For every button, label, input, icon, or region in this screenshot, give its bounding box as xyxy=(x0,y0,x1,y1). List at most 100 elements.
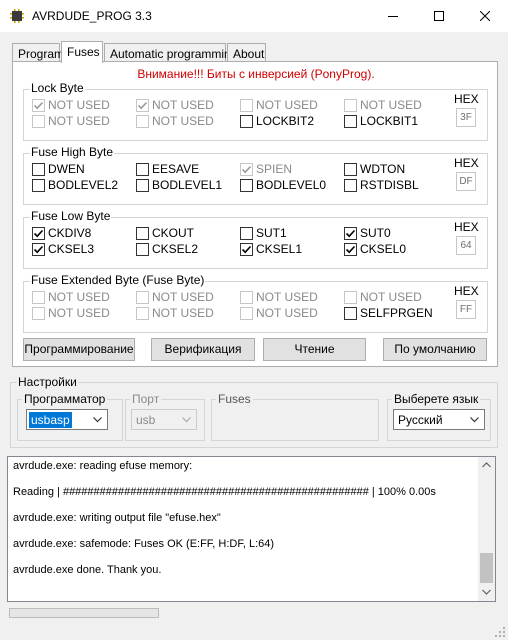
fuse-checkbox[interactable]: CKSEL1 xyxy=(240,242,340,256)
port-group: Порт usb xyxy=(125,392,205,441)
checkbox-box[interactable] xyxy=(136,163,149,176)
fuse-checkbox[interactable]: EESAVE xyxy=(136,162,236,176)
checkbox-label: WDTON xyxy=(360,162,406,176)
checkmark-icon xyxy=(345,245,356,254)
checkbox-box[interactable] xyxy=(136,243,149,256)
fuse-checkbox[interactable]: LOCKBIT2 xyxy=(240,114,340,128)
fuse-checkbox[interactable]: LOCKBIT1 xyxy=(344,114,444,128)
checkbox-box xyxy=(32,115,45,128)
minimize-button[interactable] xyxy=(370,0,416,32)
checkbox-box[interactable] xyxy=(240,227,253,240)
port-select[interactable]: usb xyxy=(131,409,197,430)
fuse-checkbox[interactable]: SUT1 xyxy=(240,226,340,240)
tab-automatic-programming[interactable]: Automatic programming xyxy=(104,43,237,62)
checkbox-label: LOCKBIT1 xyxy=(360,114,419,128)
checkbox-label: NOT USED xyxy=(48,290,110,304)
fuse-checkbox[interactable]: DWEN xyxy=(32,162,132,176)
programmer-select[interactable]: usbasp xyxy=(26,409,108,430)
resize-grip-icon[interactable] xyxy=(494,626,506,638)
checkbox-box[interactable] xyxy=(344,227,357,240)
verify-button[interactable]: Верификация xyxy=(151,338,255,361)
checkbox-label: SPIEN xyxy=(256,162,293,176)
log-line: avrdude.exe: reading efuse memory: xyxy=(13,460,193,472)
checkbox-box[interactable] xyxy=(344,179,357,192)
tab-program[interactable]: Program xyxy=(12,43,64,62)
checkbox-box[interactable] xyxy=(32,227,45,240)
checkbox-box[interactable] xyxy=(32,243,45,256)
chevron-down-icon xyxy=(93,417,102,423)
default-button[interactable]: По умолчанию xyxy=(383,338,487,361)
checkmark-icon xyxy=(137,101,148,110)
log-line: avrdude.exe: writing output file "efuse.… xyxy=(13,512,221,524)
checkbox-label: NOT USED xyxy=(152,290,214,304)
fuse-checkbox[interactable]: SUT0 xyxy=(344,226,444,240)
checkbox-label: CKSEL2 xyxy=(152,242,199,256)
checkbox-box[interactable] xyxy=(32,163,45,176)
fuse-checkbox[interactable]: CKSEL2 xyxy=(136,242,236,256)
checkbox-box xyxy=(32,307,45,320)
settings-group: Настройки Программатор usbasp Порт usb F… xyxy=(10,375,498,448)
fuse-checkbox: NOT USED xyxy=(136,114,236,128)
fuse-high-byte-group: Fuse High Byte DWEN EESAVE SPIEN WDTON BODLE… xyxy=(23,145,488,205)
checkmark-icon xyxy=(33,229,44,238)
tab-about[interactable]: About xyxy=(227,43,266,62)
fuse-checkbox[interactable]: CKDIV8 xyxy=(32,226,132,240)
log-line: avrdude.exe: safemode: Fuses OK (E:FF, H… xyxy=(13,538,275,550)
programmer-group: Программатор usbasp xyxy=(17,392,123,441)
language-value: Русский xyxy=(398,413,443,427)
checkbox-label: EESAVE xyxy=(152,162,200,176)
checkbox-box xyxy=(136,99,149,112)
checkbox-box[interactable] xyxy=(136,227,149,240)
log-line: Reading | ##############################… xyxy=(13,486,436,498)
checkmark-icon xyxy=(33,101,44,110)
checkbox-label: CKDIV8 xyxy=(48,226,92,240)
language-select[interactable]: Русский xyxy=(393,409,485,430)
scroll-down-icon[interactable] xyxy=(482,589,491,595)
close-icon xyxy=(480,11,490,21)
fuse-checkbox: NOT USED xyxy=(240,98,340,112)
maximize-button[interactable] xyxy=(416,0,462,32)
fuse-checkbox[interactable]: BODLEVEL1 xyxy=(136,178,236,192)
scrollbar-thumb[interactable] xyxy=(480,553,493,583)
log-scrollbar[interactable] xyxy=(478,457,495,601)
program-button[interactable]: Программирование xyxy=(23,338,135,361)
checkbox-label: LOCKBIT2 xyxy=(256,114,315,128)
programmer-value: usbasp xyxy=(29,412,72,428)
tab-fuses[interactable]: Fuses xyxy=(61,41,103,63)
read-button[interactable]: Чтение xyxy=(263,338,366,361)
checkbox-box xyxy=(344,99,357,112)
fuse-checkbox[interactable]: WDTON xyxy=(344,162,444,176)
checkbox-box[interactable] xyxy=(344,307,357,320)
chevron-down-icon xyxy=(470,417,479,423)
checkbox-label: NOT USED xyxy=(360,290,422,304)
checkbox-box[interactable] xyxy=(240,243,253,256)
checkbox-label: CKSEL0 xyxy=(360,242,407,256)
checkbox-label: NOT USED xyxy=(256,290,318,304)
checkbox-box[interactable] xyxy=(240,179,253,192)
fuses-settings-label: Fuses xyxy=(216,392,253,406)
log-output[interactable]: avrdude.exe: reading efuse memory: Readi… xyxy=(7,456,496,602)
scroll-up-icon[interactable] xyxy=(482,462,491,468)
checkbox-box[interactable] xyxy=(344,115,357,128)
fuse-checkbox[interactable]: CKOUT xyxy=(136,226,236,240)
checkbox-box xyxy=(32,291,45,304)
checkbox-box[interactable] xyxy=(240,115,253,128)
fuse-checkbox[interactable]: BODLEVEL0 xyxy=(240,178,340,192)
checkbox-box[interactable] xyxy=(344,243,357,256)
close-button[interactable] xyxy=(462,0,508,32)
checkbox-label: NOT USED xyxy=(360,98,422,112)
fuse-checkbox[interactable]: CKSEL3 xyxy=(32,242,132,256)
checkbox-label: NOT USED xyxy=(48,98,110,112)
inversion-warning: Внимание!!! Биты с инверсией (PonyProg). xyxy=(137,67,375,81)
fuse-checkbox[interactable]: BODLEVEL2 xyxy=(32,178,132,192)
checkbox-label: CKSEL3 xyxy=(48,242,95,256)
fuse-checkbox[interactable]: SELFPRGEN xyxy=(344,306,444,320)
fuse-checkbox: SPIEN xyxy=(240,162,340,176)
checkbox-box[interactable] xyxy=(136,179,149,192)
checkbox-box[interactable] xyxy=(344,163,357,176)
checkbox-box[interactable] xyxy=(32,179,45,192)
checkbox-box xyxy=(344,291,357,304)
checkbox-box xyxy=(136,307,149,320)
fuse-checkbox[interactable]: RSTDISBL xyxy=(344,178,444,192)
fuse-checkbox[interactable]: CKSEL0 xyxy=(344,242,444,256)
